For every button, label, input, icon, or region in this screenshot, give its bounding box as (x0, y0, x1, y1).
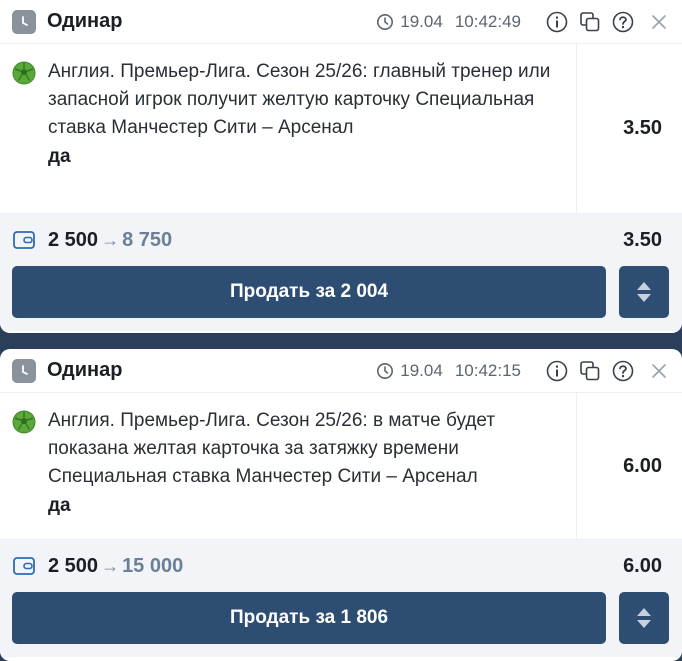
help-icon[interactable] (612, 360, 634, 382)
copy-icon[interactable] (579, 360, 601, 382)
event-outcome: да (48, 146, 71, 167)
event-odds: 3.50 (623, 117, 662, 139)
bet-summary: 2 500 → 15 000 6.00 (0, 540, 682, 592)
header-actions (535, 11, 670, 33)
help-icon[interactable] (612, 11, 634, 33)
event-description: Англия. Премьер-Лига. Сезон 25/26: в мат… (48, 410, 496, 487)
header-actions (535, 360, 670, 382)
info-icon[interactable] (546, 11, 568, 33)
arrow-right-icon: → (101, 555, 120, 576)
football-icon (12, 410, 36, 434)
bet-date: 19.04 (400, 11, 443, 31)
time-icon (376, 13, 394, 31)
bet-datetime: 19.04 10:42:15 (376, 361, 521, 381)
bet-time: 10:42:49 (454, 11, 521, 31)
expand-sort-icon[interactable] (619, 266, 669, 318)
bet-summary: 2 500 → 8 750 3.50 (0, 214, 682, 266)
payout-amount: 8 750 (122, 228, 173, 251)
bet-card-header: Одинар 19.04 10:42:49 (0, 0, 682, 44)
bet-card: Одинар 19.04 10:42:15 Англия. Премьер-Ли… (0, 349, 682, 661)
bet-event: Англия. Премьер-Лига. Сезон 25/26: главн… (0, 44, 577, 213)
clock-icon (12, 358, 36, 383)
bet-event-row: Англия. Премьер-Лига. Сезон 25/26: в мат… (0, 393, 682, 540)
close-icon[interactable] (648, 11, 670, 33)
sell-button[interactable]: Продать за 1 806 (12, 592, 606, 644)
summary-odds: 3.50 (623, 228, 662, 251)
stake-amount: 2 500 (48, 228, 99, 251)
bet-card: Одинар 19.04 10:42:49 Англия. Премьер-Ли… (0, 0, 682, 333)
arrow-right-icon: → (101, 229, 120, 250)
bet-type-label: Одинар (47, 10, 123, 32)
stake-amount: 2 500 (48, 554, 99, 577)
wallet-icon (12, 228, 36, 252)
event-odds: 6.00 (623, 454, 662, 477)
bet-actions: Продать за 1 806 (0, 592, 682, 657)
event-description: Англия. Премьер-Лига. Сезон 25/26: главн… (48, 61, 551, 138)
event-outcome: да (48, 495, 71, 516)
info-icon[interactable] (546, 360, 568, 382)
bet-datetime: 19.04 10:42:49 (376, 12, 521, 32)
close-icon[interactable] (648, 360, 670, 382)
bet-actions: Продать за 2 004 (0, 266, 682, 331)
expand-sort-icon[interactable] (619, 592, 669, 644)
payout-amount: 15 000 (122, 554, 184, 577)
football-icon (12, 61, 36, 85)
bet-date: 19.04 (400, 360, 443, 380)
copy-icon[interactable] (579, 11, 601, 33)
bet-event: Англия. Премьер-Лига. Сезон 25/26: в мат… (0, 393, 577, 539)
wallet-icon (12, 554, 36, 578)
sell-button[interactable]: Продать за 2 004 (12, 266, 606, 318)
clock-icon (12, 9, 36, 34)
summary-odds: 6.00 (623, 554, 662, 577)
bet-card-header: Одинар 19.04 10:42:15 (0, 349, 682, 393)
bet-event-row: Англия. Премьер-Лига. Сезон 25/26: главн… (0, 44, 682, 214)
bet-type-label: Одинар (47, 359, 123, 381)
time-icon (376, 362, 394, 380)
bet-time: 10:42:15 (454, 360, 521, 380)
